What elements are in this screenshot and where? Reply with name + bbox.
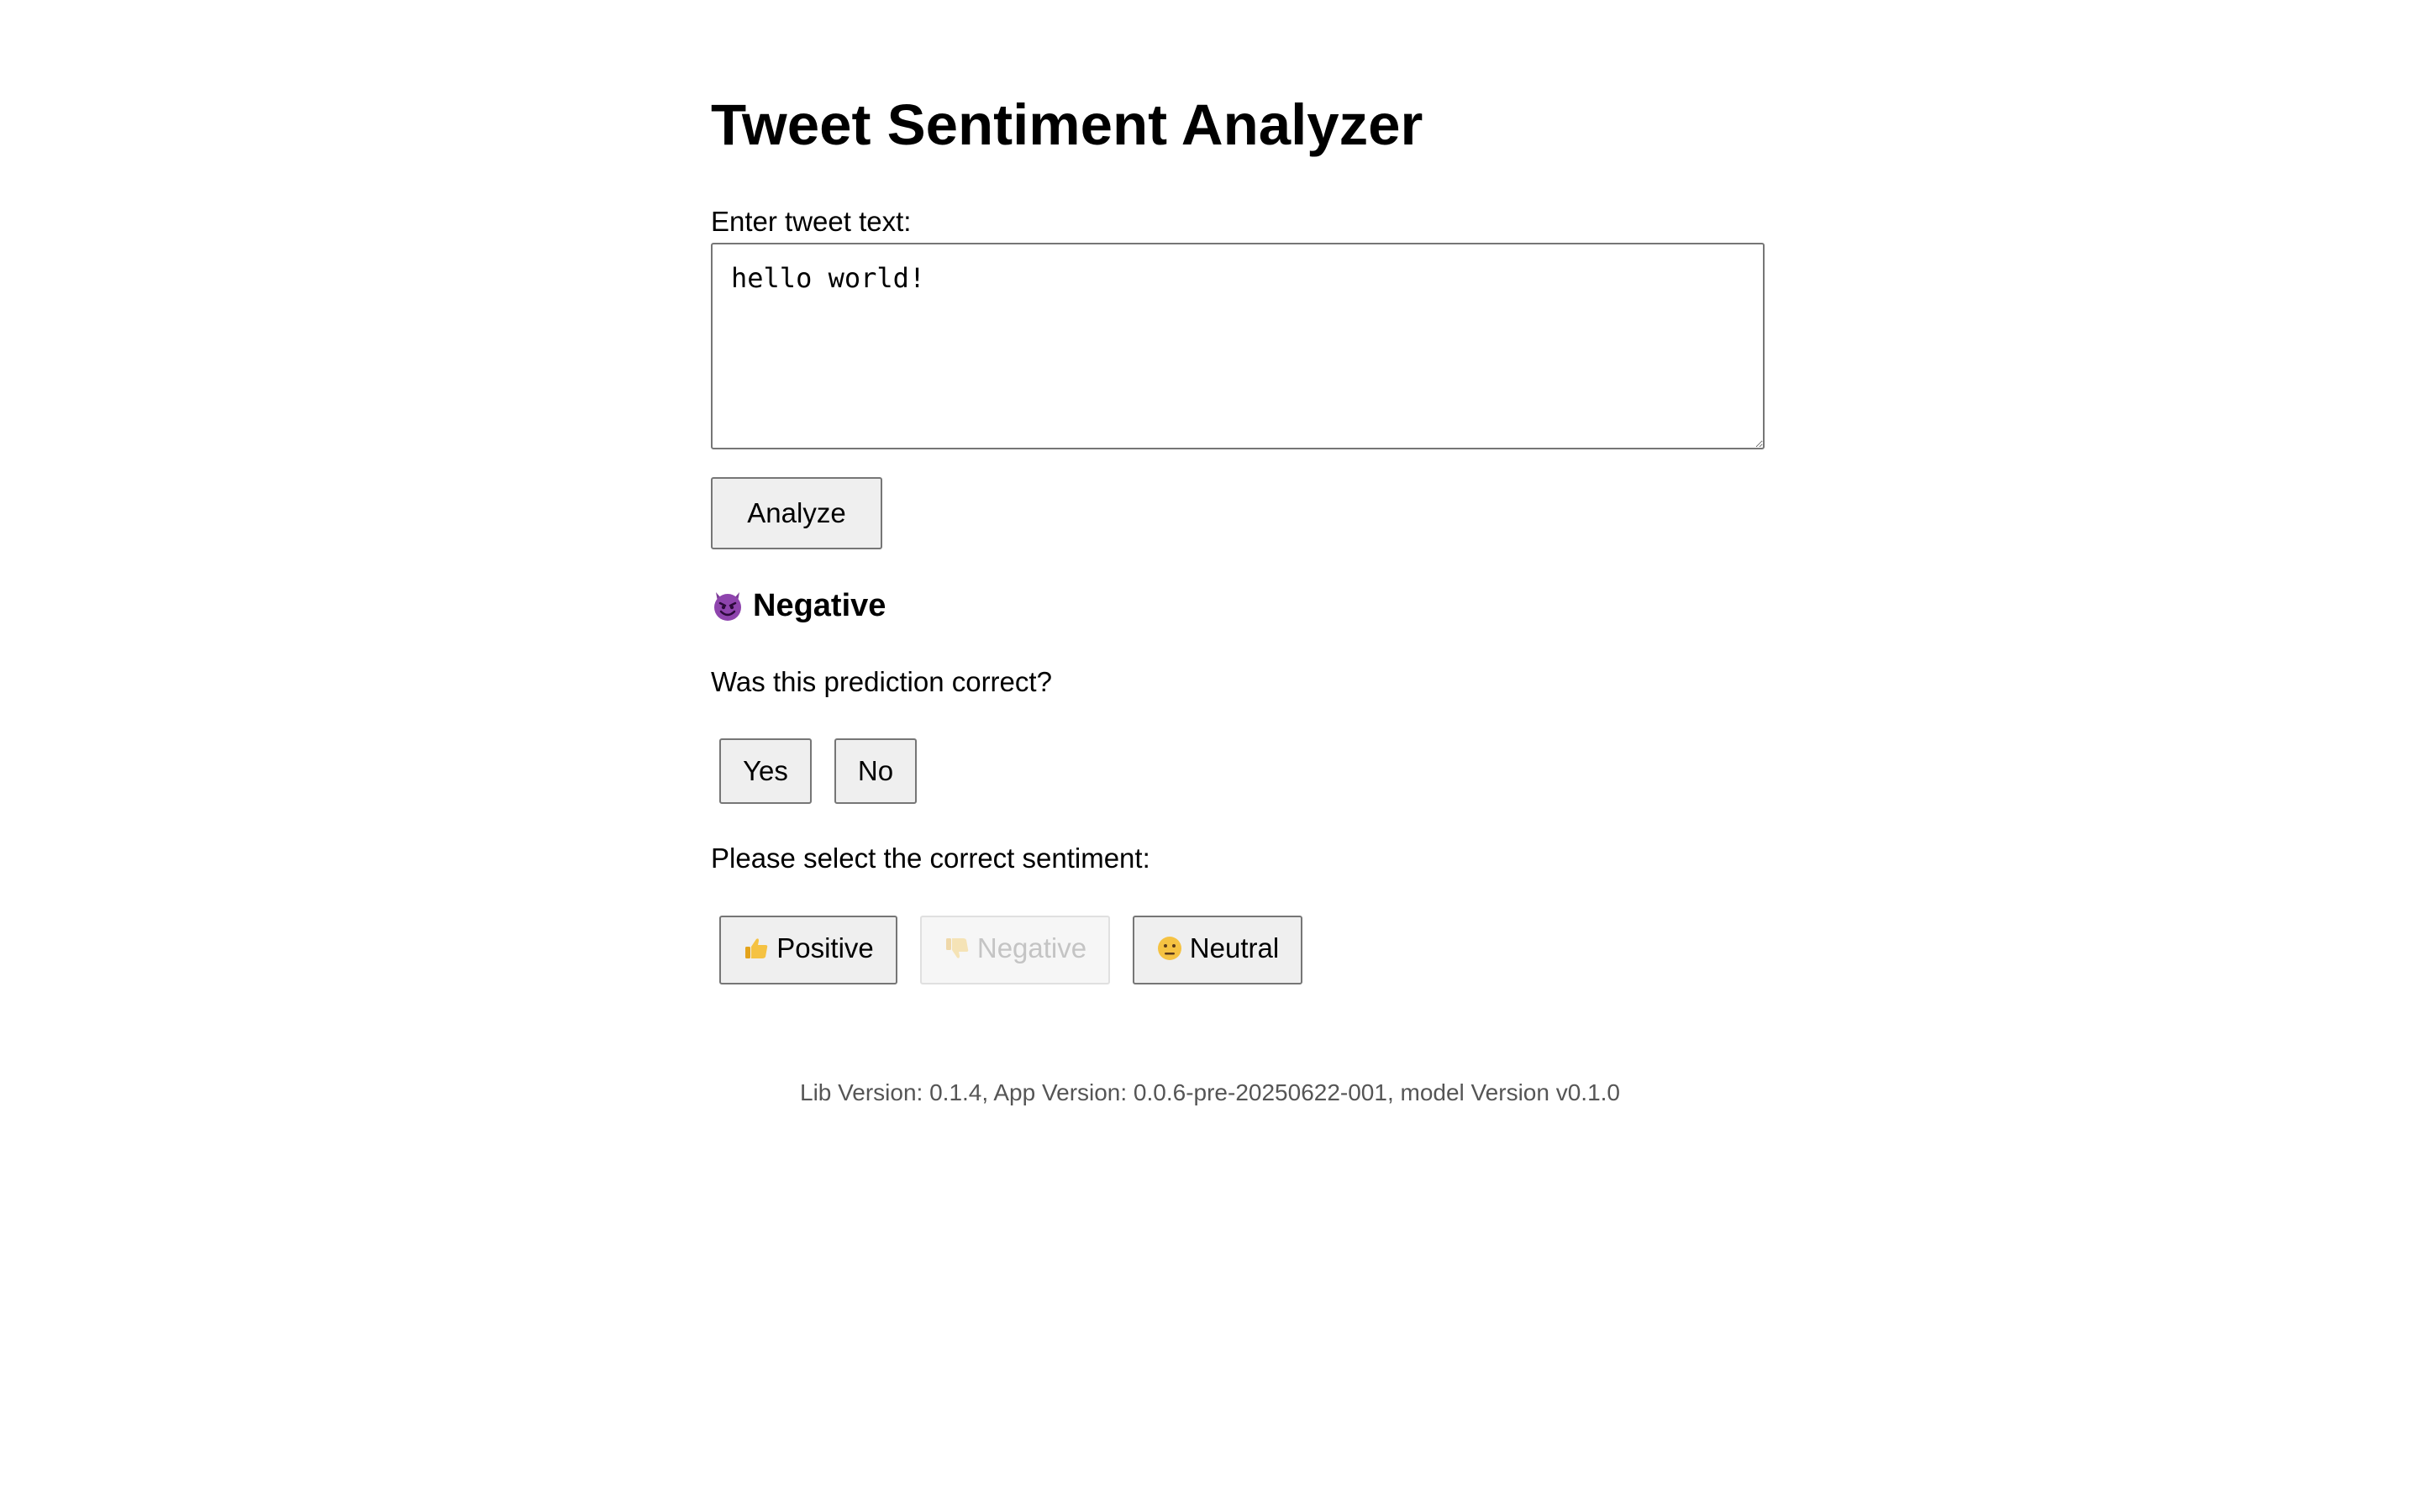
prediction-label: Negative <box>753 588 886 623</box>
version-footer: Lib Version: 0.1.4, App Version: 0.0.6-p… <box>800 1079 1620 1105</box>
analyze-button[interactable]: Analyze <box>711 477 882 549</box>
thumbs-down-icon <box>945 937 969 958</box>
negative-label: Negative <box>976 932 1087 963</box>
neutral-button[interactable]: Neutral <box>1133 916 1302 984</box>
feedback-question: Was this prediction correct? <box>711 666 1052 697</box>
neutral-face-icon <box>1157 936 1181 960</box>
negative-button[interactable]: Negative <box>920 916 1110 984</box>
yes-button[interactable]: Yes <box>719 738 812 804</box>
tweet-input-label: Enter tweet text: <box>711 206 912 237</box>
smiling-devil-icon <box>714 592 741 621</box>
select-sentiment-prompt: Please select the correct sentiment: <box>711 843 1150 874</box>
neutral-label: Neutral <box>1189 932 1280 963</box>
positive-button[interactable]: Positive <box>719 916 897 984</box>
prediction-result: Negative <box>711 585 886 627</box>
no-button[interactable]: No <box>834 738 917 804</box>
tweet-textarea[interactable]: hello world! <box>711 243 1765 449</box>
positive-label: Positive <box>776 932 874 963</box>
thumbs-up-icon <box>745 937 768 958</box>
page-title: Tweet Sentiment Analyzer <box>711 92 1423 157</box>
